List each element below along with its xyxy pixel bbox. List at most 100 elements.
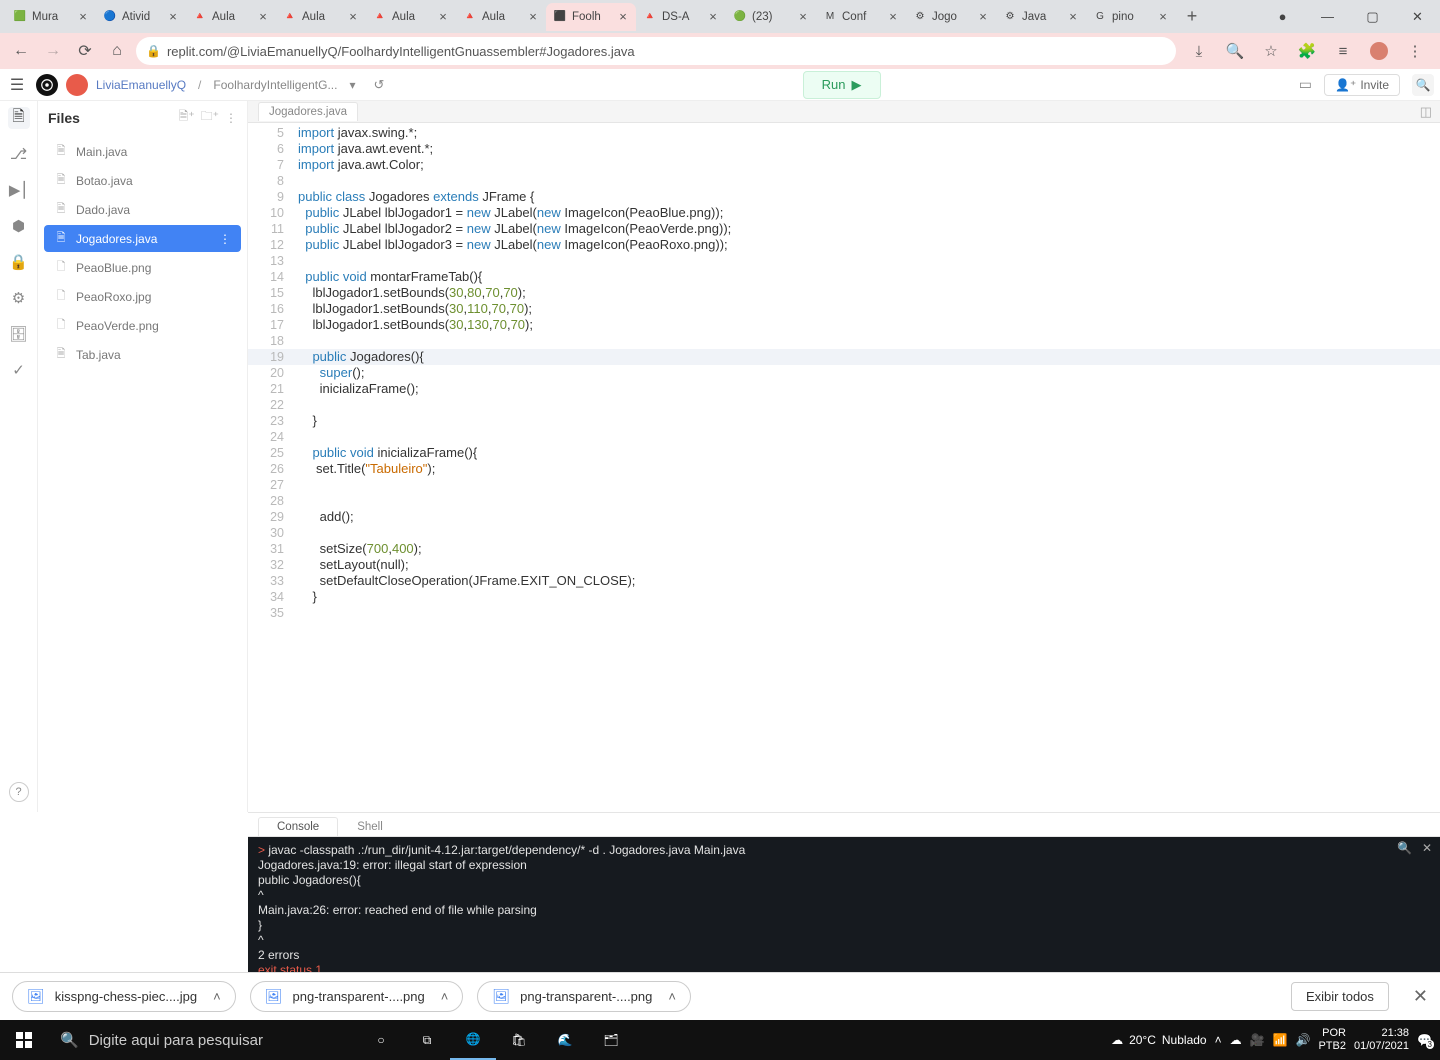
code-line[interactable]: 21 inicializaFrame();	[248, 381, 1440, 397]
browser-tab[interactable]: ⚙Java×	[996, 3, 1086, 31]
code-line[interactable]: 24	[248, 429, 1440, 445]
browser-tab[interactable]: 🔺DS-A×	[636, 3, 726, 31]
chevron-up-icon[interactable]: ˄	[441, 989, 449, 1004]
tray-volume-icon[interactable]: 🔊	[1296, 1033, 1311, 1047]
tab-close-icon[interactable]: ×	[706, 9, 720, 24]
tray-notifications-icon[interactable]: 💬3	[1417, 1033, 1432, 1047]
tab-close-icon[interactable]: ×	[1066, 9, 1080, 24]
show-all-downloads-button[interactable]: Exibir todos	[1291, 982, 1389, 1011]
task-edge-icon[interactable]: 🌊	[542, 1020, 588, 1060]
code-line[interactable]: 15 lblJogador1.setBounds(30,80,70,70);	[248, 285, 1440, 301]
code-line[interactable]: 25 public void inicializaFrame(){	[248, 445, 1440, 461]
help-icon[interactable]: ?	[9, 782, 29, 802]
console-tab[interactable]: Console	[258, 817, 338, 836]
code-line[interactable]: 8	[248, 173, 1440, 189]
chat-icon[interactable]: ▭	[1299, 76, 1312, 93]
code-line[interactable]: 7import java.awt.Color;	[248, 157, 1440, 173]
profile-avatar[interactable]	[1370, 42, 1388, 60]
rail-check-icon[interactable]: ✓	[8, 359, 30, 381]
code-line[interactable]: 31 setSize(700,400);	[248, 541, 1440, 557]
layout-toggle-icon[interactable]: ◫	[1420, 104, 1432, 120]
rail-vcs-icon[interactable]: ⎇	[8, 143, 30, 165]
file-item[interactable]: 🗎Dado.java	[44, 196, 241, 223]
tab-close-icon[interactable]: ×	[256, 9, 270, 24]
taskbar-weather[interactable]: ☁ 20°C Nublado	[1111, 1033, 1207, 1047]
browser-tab[interactable]: 🔺Aula×	[276, 3, 366, 31]
bookmark-icon[interactable]: ☆	[1262, 42, 1280, 60]
minimize-button[interactable]: —	[1305, 9, 1350, 24]
tab-close-icon[interactable]: ×	[76, 9, 90, 24]
close-button[interactable]: ✕	[1395, 9, 1440, 25]
rail-settings-icon[interactable]: ⚙	[8, 287, 30, 309]
file-item[interactable]: 🗋PeaoBlue.png	[44, 254, 241, 281]
rail-packages-icon[interactable]: ⬢	[8, 215, 30, 237]
code-line[interactable]: 27	[248, 477, 1440, 493]
run-button[interactable]: Run ▶	[803, 71, 881, 99]
chevron-up-icon[interactable]: ˄	[213, 989, 221, 1004]
code-line[interactable]: 14 public void montarFrameTab(){	[248, 269, 1440, 285]
rail-debug-icon[interactable]: ▶⎮	[8, 179, 30, 201]
console-tab[interactable]: Shell	[338, 817, 402, 836]
code-line[interactable]: 35	[248, 605, 1440, 621]
extensions-icon[interactable]: 🧩	[1298, 42, 1316, 60]
browser-tab[interactable]: ⚙Jogo×	[906, 3, 996, 31]
tab-close-icon[interactable]: ×	[166, 9, 180, 24]
code-line[interactable]: 10 public JLabel lblJogador1 = new JLabe…	[248, 205, 1440, 221]
back-button[interactable]: ←	[8, 38, 34, 64]
user-avatar[interactable]	[66, 74, 88, 96]
downloads-close-button[interactable]: ✕	[1413, 986, 1428, 1007]
browser-tab[interactable]: 🔺Aula×	[366, 3, 456, 31]
code-line[interactable]: 16 lblJogador1.setBounds(30,110,70,70);	[248, 301, 1440, 317]
code-line[interactable]: 30	[248, 525, 1440, 541]
file-item[interactable]: 🗎Main.java	[44, 138, 241, 165]
tray-wifi-icon[interactable]: 📶	[1273, 1033, 1288, 1047]
task-explorer-icon[interactable]: 🗂	[588, 1020, 634, 1060]
code-line[interactable]: 29 add();	[248, 509, 1440, 525]
files-more-icon[interactable]: ⋮	[225, 111, 237, 125]
file-item[interactable]: 🗎Tab.java	[44, 341, 241, 368]
replit-logo[interactable]	[36, 74, 58, 96]
code-line[interactable]: 32 setLayout(null);	[248, 557, 1440, 573]
browser-tab[interactable]: 🔺Aula×	[456, 3, 546, 31]
chevron-up-icon[interactable]: ˄	[668, 989, 676, 1004]
new-folder-icon[interactable]: 🗀⁺	[201, 107, 219, 128]
zoom-icon[interactable]: 🔍	[1226, 42, 1244, 60]
download-item[interactable]: 🖼png-transparent-....png˄	[250, 981, 464, 1012]
hamburger-icon[interactable]: ☰	[6, 75, 28, 95]
download-item[interactable]: 🖼kisspng-chess-piec....jpg˄	[12, 981, 236, 1012]
url-input[interactable]: 🔒 replit.com/@LiviaEmanuellyQ/FoolhardyI…	[136, 37, 1176, 65]
browser-tab[interactable]: Gpino×	[1086, 3, 1176, 31]
code-line[interactable]: 11 public JLabel lblJogador2 = new JLabe…	[248, 221, 1440, 237]
download-item[interactable]: 🖼png-transparent-....png˄	[477, 981, 691, 1012]
code-line[interactable]: 19 public Jogadores(){	[248, 349, 1440, 365]
tray-up-icon[interactable]: ˄	[1215, 1033, 1222, 1047]
browser-tab[interactable]: 🟩Mura×	[6, 3, 96, 31]
taskbar-search[interactable]: 🔍 Digite aqui para pesquisar	[48, 1020, 358, 1060]
console-output[interactable]: 🔍 ✕ > javac -classpath .:/run_dir/junit-…	[248, 837, 1440, 972]
reading-list-icon[interactable]: ≡	[1334, 42, 1352, 60]
maximize-button[interactable]: ▢	[1350, 9, 1395, 25]
code-line[interactable]: 5import javax.swing.*;	[248, 125, 1440, 141]
browser-tab[interactable]: ⬛Foolh×	[546, 3, 636, 31]
code-line[interactable]: 13	[248, 253, 1440, 269]
browser-tab[interactable]: 🔺Aula×	[186, 3, 276, 31]
reload-button[interactable]: ⟳	[72, 38, 98, 64]
search-button[interactable]: 🔍	[1412, 74, 1434, 96]
invite-button[interactable]: 👤⁺ Invite	[1324, 74, 1400, 96]
code-line[interactable]: 28	[248, 493, 1440, 509]
tray-onedrive-icon[interactable]: ☁	[1230, 1033, 1242, 1047]
file-item[interactable]: 🗎Botao.java	[44, 167, 241, 194]
code-line[interactable]: 33 setDefaultCloseOperation(JFrame.EXIT_…	[248, 573, 1440, 589]
file-item[interactable]: 🗋PeaoRoxo.jpg	[44, 283, 241, 310]
rail-db-icon[interactable]: 🗄	[8, 323, 30, 345]
tab-close-icon[interactable]: ×	[526, 9, 540, 24]
browser-tab[interactable]: 🟢(23)×	[726, 3, 816, 31]
new-tab-button[interactable]: +	[1182, 7, 1202, 27]
browser-menu-icon[interactable]: ⋮	[1406, 42, 1424, 60]
task-view-icon[interactable]: ⧉	[404, 1020, 450, 1060]
new-file-icon[interactable]: 🗎⁺	[179, 107, 195, 128]
tab-close-icon[interactable]: ×	[436, 9, 450, 24]
home-button[interactable]: ⌂	[104, 38, 130, 64]
task-store-icon[interactable]: 🛍	[496, 1020, 542, 1060]
tab-close-icon[interactable]: ×	[1156, 9, 1170, 24]
